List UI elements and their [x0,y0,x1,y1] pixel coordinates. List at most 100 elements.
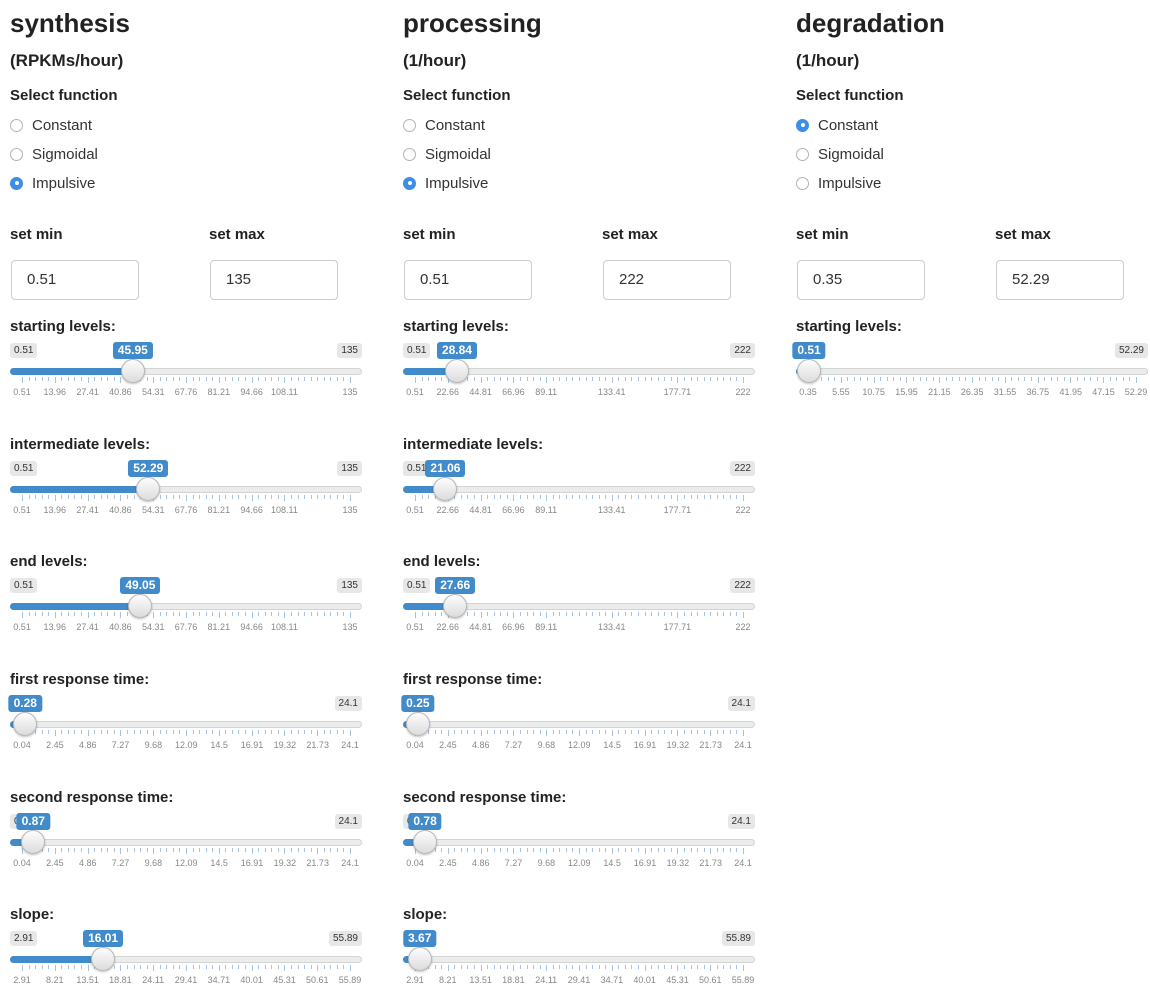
slider-minor-tick [572,965,574,969]
slider-minor-tick [552,495,554,499]
slider-minor-tick [205,612,207,616]
slider-minor-tick [736,848,738,852]
slider-minor-tick [159,848,161,852]
slider-tick-label: 55.89 [731,975,755,985]
slider-minor-tick [330,848,332,852]
slider-major-tick [87,612,89,618]
slider-handle[interactable] [444,359,469,383]
slider-minor-tick [697,730,699,734]
slider-minor-tick [998,377,1000,381]
slider-minor-tick [100,495,102,499]
slider-major-tick [1136,377,1137,383]
radio-impulsive[interactable]: Impulsive [403,172,488,194]
slider-minor-tick [28,377,30,381]
slider-major-tick [710,848,712,854]
slider-minor-tick [310,848,312,852]
slider-major-tick [546,377,548,383]
slider-handle[interactable] [91,947,116,971]
slider-track[interactable] [403,721,755,728]
slider-minor-tick [67,730,69,734]
radio-constant[interactable]: Constant [10,114,92,136]
slider-minor-tick [67,965,69,969]
slider-major-tick [54,612,56,618]
slider-major-tick [611,377,613,383]
slider-minor-tick [592,965,594,969]
slider-handle[interactable] [797,359,821,383]
slider-major-tick [579,965,580,971]
slider-handle[interactable] [136,477,161,501]
slider-minor-tick [179,965,181,969]
set-max-input[interactable]: 52.29 [996,260,1124,300]
slider-track[interactable] [10,721,362,728]
slider-minor-tick [474,495,476,499]
slider-handle[interactable] [443,594,468,618]
slider-minor-tick [670,495,672,499]
slider-handle[interactable] [21,830,46,854]
slider-minor-tick [638,495,640,499]
slider-track[interactable] [796,368,1148,375]
radio-label: Impulsive [425,174,489,192]
set-min-input[interactable]: 0.35 [797,260,925,300]
slider-minor-tick [579,377,580,381]
slider-minor-tick [559,495,561,499]
slider-tick-label: 12.09 [568,740,591,750]
slider-tick-label: 108.11 [270,505,298,515]
slider-tick-label: 34.71 [600,975,624,985]
slider-max-label: 135 [337,578,362,593]
slider-first-response-time: first response time:0.0424.10.250.042.45… [401,671,755,769]
slider-handle[interactable] [13,712,38,736]
radio-impulsive[interactable]: Impulsive [796,172,881,194]
radio-dot-icon [796,118,809,132]
slider-minor-tick [958,377,960,381]
radio-sigmoidal[interactable]: Sigmoidal [10,143,98,165]
slider-minor-tick [67,377,69,381]
slider-minor-tick [113,377,115,381]
slider-tick-label: 2.91 [406,975,424,985]
slider-minor-tick [1090,377,1092,381]
slider-tick-label: 40.01 [240,975,263,985]
radio-impulsive[interactable]: Impulsive [10,172,95,194]
slider-major-tick [87,730,89,736]
slider-handle[interactable] [413,830,438,854]
slider-major-tick [120,377,122,383]
set-max-input[interactable]: 222 [603,260,731,300]
slider-tick-label: 67.76 [174,505,198,515]
radio-sigmoidal[interactable]: Sigmoidal [796,143,884,165]
slider-minor-tick [572,377,574,381]
slider-minor-tick [539,495,541,499]
slider-handle[interactable] [407,947,432,971]
slider-minor-tick [434,612,436,616]
slider-handle[interactable] [405,712,430,736]
slider-minor-tick [572,495,574,499]
slider-tick-label: 27.41 [76,505,99,515]
slider-handle[interactable] [433,477,458,501]
slider-major-tick [972,377,973,383]
slider-minor-tick [434,377,436,381]
slider-major-tick [218,377,220,383]
slider-value-label: 28.84 [436,342,477,359]
set-min-input[interactable]: 0.51 [404,260,532,300]
slider-track[interactable] [10,839,362,846]
radio-sigmoidal[interactable]: Sigmoidal [403,143,491,165]
slider-track[interactable] [403,956,755,963]
slider-minor-tick [467,495,469,499]
slider-minor-tick [343,730,345,734]
slider-minor-tick [205,495,207,499]
radio-constant[interactable]: Constant [403,114,485,136]
set-min-input[interactable]: 0.51 [11,260,139,300]
slider-handle[interactable] [128,594,153,618]
slider-track[interactable] [403,839,755,846]
slider-minor-tick [166,377,168,381]
slider-minor-tick [74,612,76,616]
slider-minor-tick [716,848,718,852]
slider-handle[interactable] [120,359,145,383]
set-max-input[interactable]: 135 [210,260,338,300]
slider-major-tick [153,612,155,618]
slider-minor-tick [199,495,201,499]
slider-tick-label: 94.66 [240,622,263,632]
slider-minor-tick [336,848,338,852]
radio-constant[interactable]: Constant [796,114,878,136]
slider-minor-tick [526,612,528,616]
slider-value-label: 27.66 [435,577,476,594]
slider-minor-tick [48,730,50,734]
